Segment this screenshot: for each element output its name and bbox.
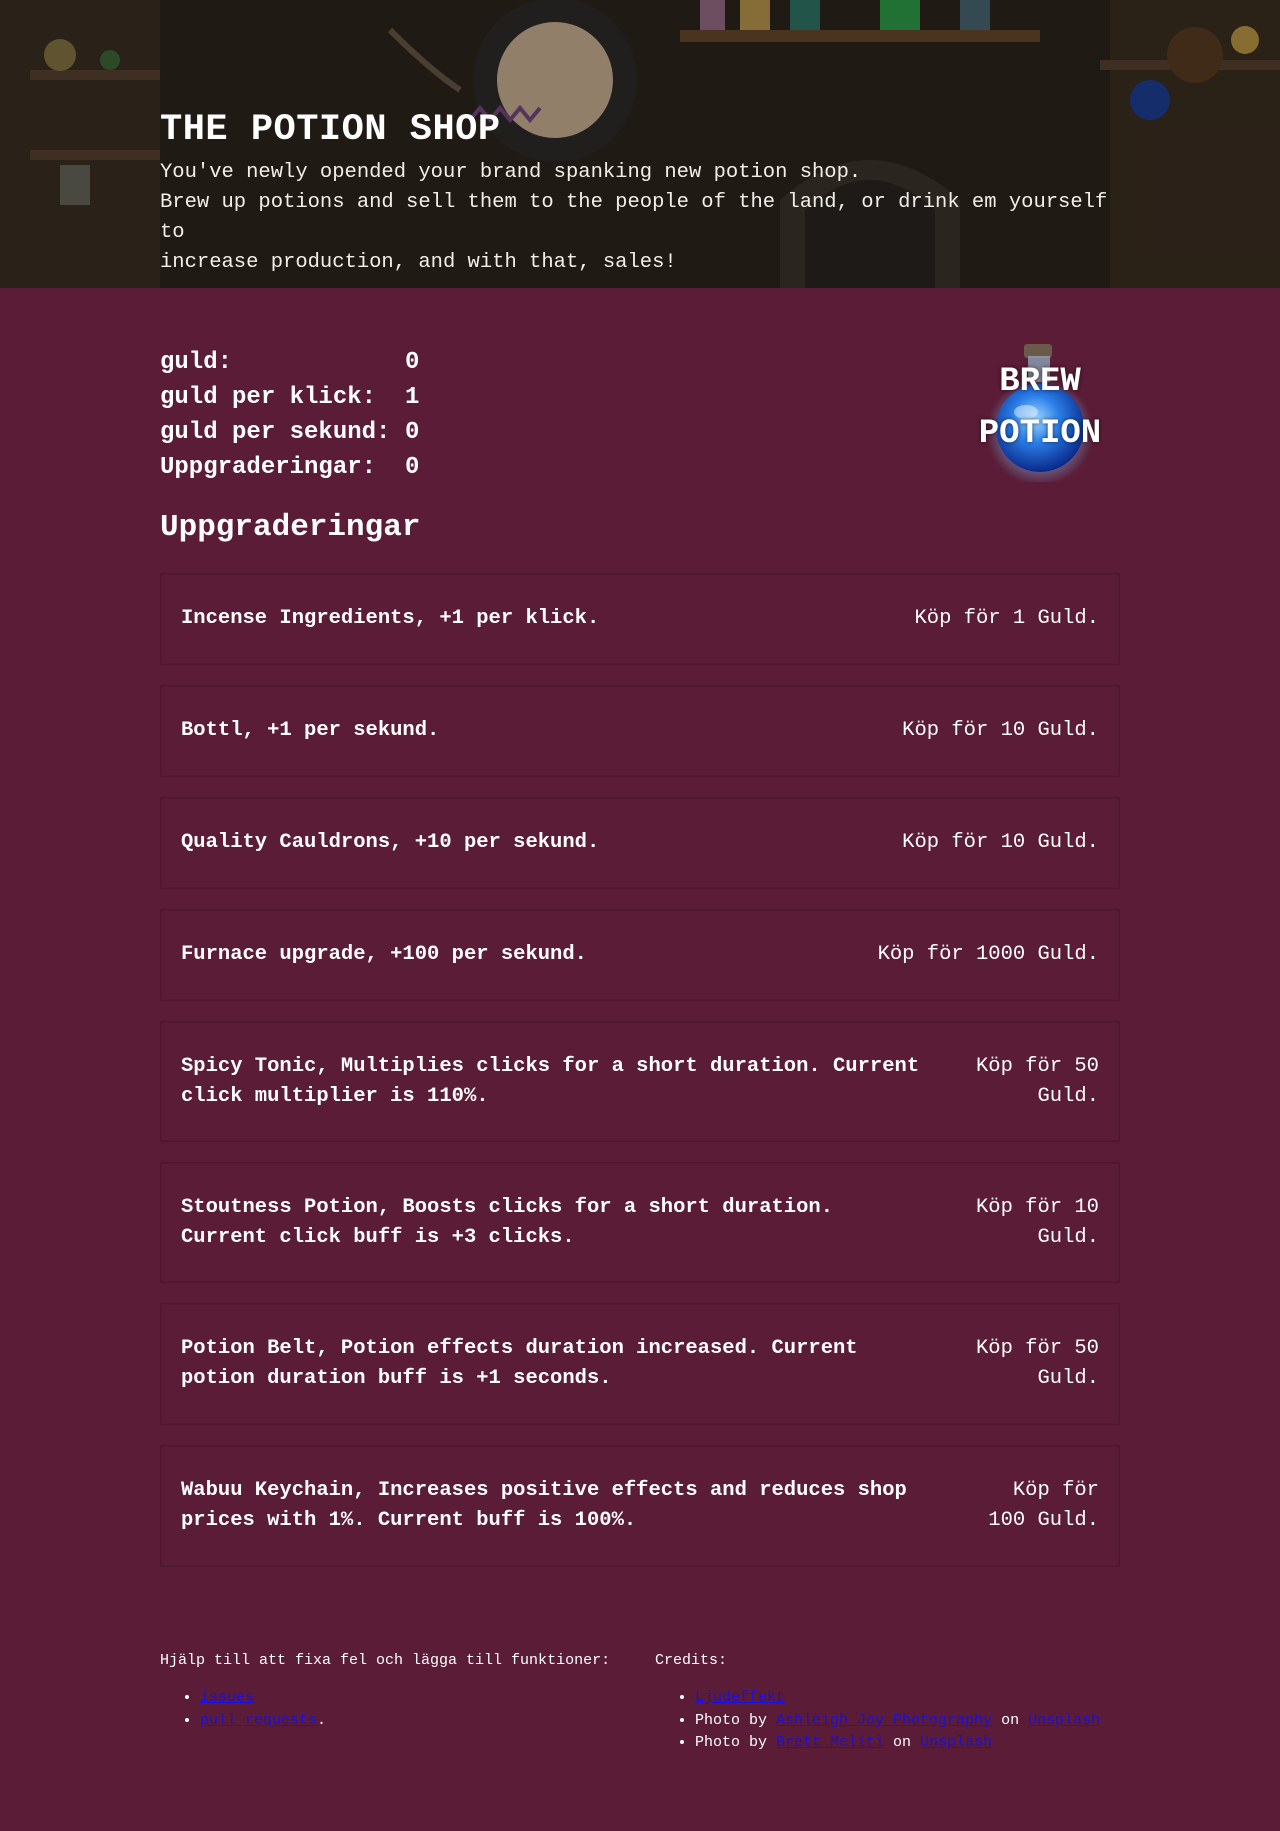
upgrade-name: Incense Ingredients, +1 per klick.	[181, 607, 600, 630]
stat-label: guld per sekund:	[160, 419, 391, 446]
upgrade-name: Furnace upgrade, +100 per sekund.	[181, 943, 587, 966]
list-item: Photo by Brett Meliti on Unsplash	[695, 1732, 1100, 1755]
upgrade-bottl[interactable]: Bottl, +1 per sekund. Köp för 10 Guld.	[160, 685, 1120, 777]
upgrade-price: Köp för 10 Guld.	[902, 831, 1099, 854]
pull-requests-link[interactable]: pull requests	[200, 1712, 317, 1729]
footer-credits: Credits: Ljudeffekt Photo by Ashleigh Jo…	[655, 1650, 1100, 1755]
brew-potion-button[interactable]: BREW POTION	[960, 330, 1120, 482]
credit-on: on	[884, 1734, 921, 1751]
footer-help: Hjälp till att fixa fel och lägga till f…	[160, 1650, 655, 1755]
hero-intro-line-3: increase production, and with that, sale…	[160, 251, 677, 274]
upgrade-name: Quality Cauldrons, +10 per sekund.	[181, 831, 600, 854]
unsplash-link[interactable]: Unsplash	[920, 1734, 992, 1751]
list-item: pull requests.	[200, 1710, 655, 1733]
stat-gold-per-click: guld per klick: 1	[160, 380, 465, 415]
footer: Hjälp till att fixa fel och lägga till f…	[160, 1650, 1120, 1755]
help-links-list: issues pull requests.	[160, 1687, 655, 1732]
list-item: Photo by Ashleigh Joy Photography on Uns…	[695, 1710, 1100, 1733]
page-title: THE POTION SHOP	[160, 109, 501, 151]
stat-value: 0	[405, 349, 420, 376]
upgrade-furnace[interactable]: Furnace upgrade, +100 per sekund. Köp fö…	[160, 909, 1120, 1001]
upgrade-name: Spicy Tonic, Multiplies clicks for a sho…	[181, 1054, 920, 1108]
hero-intro-line-1: You've newly opended your brand spanking…	[160, 161, 862, 184]
photographer-link[interactable]: Brett Meliti	[776, 1734, 884, 1751]
issues-link[interactable]: issues	[200, 1689, 254, 1706]
upgrade-stoutness-potion[interactable]: Stoutness Potion, Boosts clicks for a sh…	[160, 1162, 1120, 1283]
stat-label: guld:	[160, 349, 233, 376]
stat-label: guld per klick:	[160, 384, 377, 411]
upgrade-name: Wabuu Keychain, Increases positive effec…	[181, 1479, 907, 1532]
stats-panel: guld: 0 guld per klick: 1 guld per sekun…	[160, 345, 465, 485]
stat-upgrades: Uppgraderingar: 0	[160, 450, 465, 485]
upgrade-spicy-tonic[interactable]: Spicy Tonic, Multiplies clicks for a sho…	[160, 1021, 1120, 1142]
brew-label-line-2: POTION	[978, 415, 1102, 453]
credit-prefix: Photo by	[695, 1734, 777, 1751]
footer-help-heading: Hjälp till att fixa fel och lägga till f…	[160, 1652, 611, 1669]
upgrade-price: Köp för 50 Guld.	[975, 1054, 1099, 1108]
stat-value: 0	[405, 454, 420, 481]
upgrade-name: Potion Belt, Potion effects duration inc…	[181, 1337, 858, 1390]
upgrade-incense-ingredients[interactable]: Incense Ingredients, +1 per klick. Köp f…	[160, 573, 1120, 665]
footer-credits-heading: Credits:	[655, 1652, 728, 1669]
list-item: Ljudeffekt	[695, 1687, 1100, 1710]
stat-gold: guld: 0	[160, 345, 465, 380]
photographer-link[interactable]: Ashleigh Joy Photography	[776, 1712, 992, 1729]
credits-list: Ljudeffekt Photo by Ashleigh Joy Photogr…	[655, 1687, 1100, 1755]
hero-intro-line-2: Brew up potions and sell them to the peo…	[160, 191, 1108, 244]
upgrade-wabuu-keychain[interactable]: Wabuu Keychain, Increases positive effec…	[160, 1445, 1120, 1567]
hero-text: THE POTION SHOP You've newly opended you…	[160, 108, 1120, 278]
credit-on: on	[992, 1711, 1029, 1729]
stat-value: 0	[405, 419, 420, 446]
upgrade-potion-belt[interactable]: Potion Belt, Potion effects duration inc…	[160, 1303, 1120, 1425]
credit-prefix: Photo by	[695, 1711, 777, 1729]
upgrade-price: Köp för 1 Guld.	[914, 607, 1099, 630]
sound-effect-link[interactable]: Ljudeffekt	[695, 1689, 785, 1706]
upgrade-price: Köp för 10 Guld.	[975, 1195, 1099, 1249]
link-suffix: .	[317, 1711, 327, 1729]
upgrade-price: Köp för 1000 Guld.	[877, 943, 1099, 966]
upgrade-quality-cauldrons[interactable]: Quality Cauldrons, +10 per sekund. Köp f…	[160, 797, 1120, 889]
hero-banner: THE POTION SHOP You've newly opended you…	[0, 0, 1280, 288]
list-item: issues	[200, 1687, 655, 1710]
upgrade-price: Köp för 10 Guld.	[902, 719, 1099, 742]
upgrade-name: Stoutness Potion, Boosts clicks for a sh…	[181, 1195, 834, 1249]
stat-gold-per-second: guld per sekund: 0	[160, 415, 465, 450]
upgrades-heading: Uppgraderingar	[160, 510, 421, 545]
stat-label: Uppgraderingar:	[160, 454, 377, 481]
unsplash-link[interactable]: Unsplash	[1028, 1712, 1100, 1729]
upgrade-price: Köp för 100 Guld.	[988, 1479, 1099, 1532]
brew-label-line-1: BREW	[999, 363, 1081, 401]
stat-value: 1	[405, 384, 420, 411]
upgrades-list: Incense Ingredients, +1 per klick. Köp f…	[160, 573, 1120, 1587]
upgrade-price: Köp för 50 Guld.	[975, 1337, 1099, 1390]
brew-potion-label: BREW POTION	[960, 356, 1120, 460]
upgrade-name: Bottl, +1 per sekund.	[181, 719, 440, 742]
